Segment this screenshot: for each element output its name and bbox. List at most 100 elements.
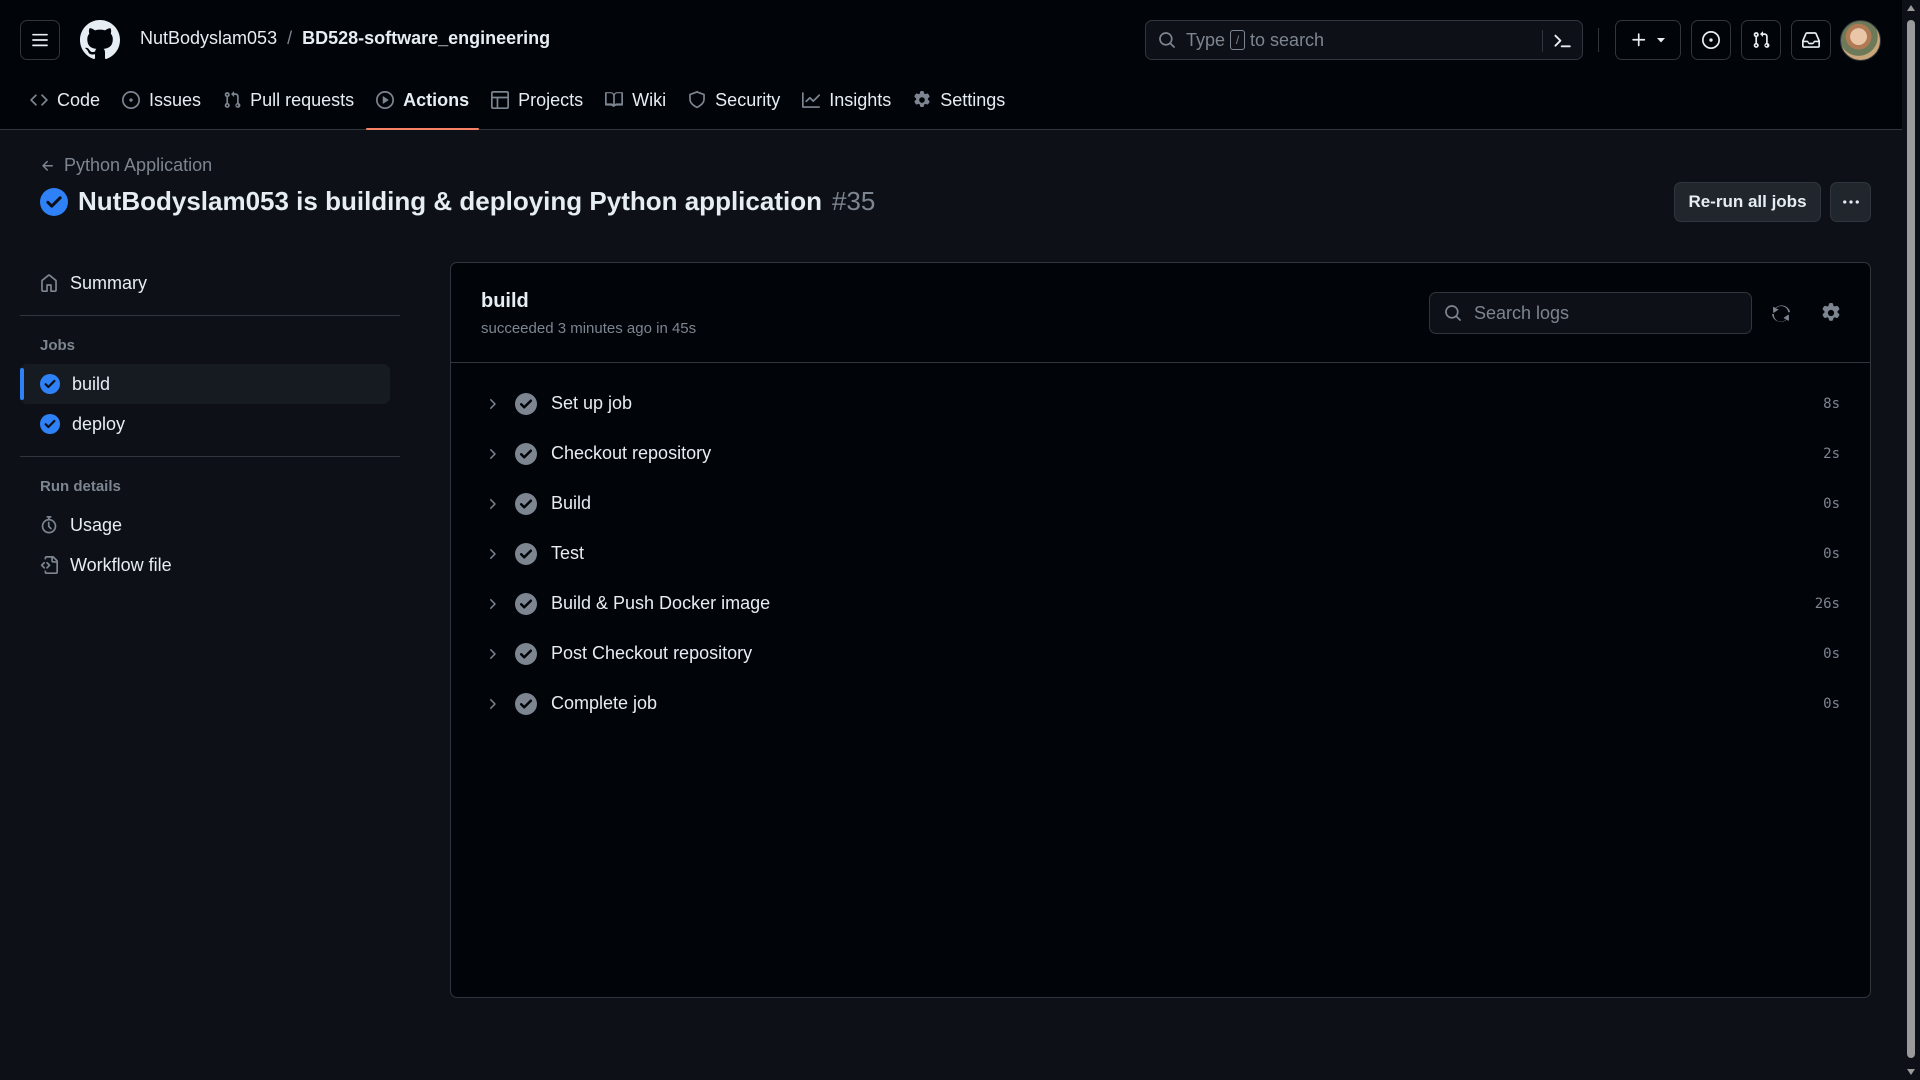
tab-projects[interactable]: Projects	[481, 80, 593, 120]
run-number: #35	[831, 186, 876, 216]
menu-button[interactable]	[20, 20, 60, 60]
step-label: Build	[551, 493, 592, 513]
sidebar-item-job-build[interactable]: build	[20, 364, 390, 404]
gear-icon	[1821, 303, 1841, 323]
search-icon	[1158, 31, 1176, 49]
job-step[interactable]: Complete job 0s	[451, 679, 1870, 729]
pull-requests-button[interactable]	[1741, 20, 1781, 60]
tab-settings[interactable]: Settings	[903, 80, 1015, 120]
step-success-icon	[515, 693, 537, 715]
chevron-right-icon[interactable]	[484, 596, 500, 612]
chevron-right-icon[interactable]	[484, 496, 500, 512]
jobs-heading: Jobs	[40, 336, 76, 354]
chevron-right-icon[interactable]	[484, 646, 500, 662]
home-icon	[40, 274, 58, 292]
job-steps-list: Set up job 8s Checkout repository 2s Bui…	[451, 363, 1870, 729]
user-avatar[interactable]	[1840, 20, 1881, 61]
run-success-icon	[40, 187, 68, 216]
github-logo-icon[interactable]	[80, 20, 120, 60]
scroll-down-arrow-icon[interactable]	[1906, 1068, 1916, 1076]
sidebar-item-label: Workflow file	[70, 554, 172, 575]
job-success-icon	[40, 414, 60, 434]
step-label: Post Checkout repository	[551, 643, 753, 663]
issue-opened-icon	[1702, 31, 1720, 49]
tab-pull-requests[interactable]: Pull requests	[213, 80, 364, 120]
inbox-icon	[1802, 31, 1820, 49]
job-step[interactable]: Checkout repository 2s	[451, 429, 1870, 479]
job-header: build succeeded 3 minutes ago in 45s Sea…	[451, 263, 1870, 363]
page-title: NutBodyslam053 is building & deploying P…	[78, 186, 822, 216]
scroll-up-arrow-icon[interactable]	[1906, 4, 1916, 12]
inbox-button[interactable]	[1791, 20, 1831, 60]
book-icon	[605, 91, 624, 109]
repo-owner-link[interactable]: NutBodyslam053	[140, 28, 277, 49]
tab-wiki[interactable]: Wiki	[595, 80, 676, 120]
job-status-meta: succeeded 3 minutes ago in 45s	[481, 320, 697, 337]
tab-insights[interactable]: Insights	[792, 80, 901, 120]
sidebar-item-usage[interactable]: Usage	[20, 505, 390, 545]
repo-name-link[interactable]: BD528-software_engineering	[302, 28, 550, 49]
tab-label: Settings	[940, 89, 1006, 110]
job-log-panel: build succeeded 3 minutes ago in 45s Sea…	[450, 262, 1871, 998]
file-code-icon	[40, 556, 58, 574]
stopwatch-icon	[40, 516, 58, 534]
tab-code[interactable]: Code	[20, 80, 110, 120]
tab-label: Wiki	[632, 89, 667, 110]
step-label: Test	[551, 543, 585, 563]
scrollbar-thumb[interactable]	[1907, 20, 1915, 1058]
step-success-icon	[515, 393, 537, 415]
step-success-icon	[515, 643, 537, 665]
chevron-right-icon[interactable]	[484, 546, 500, 562]
sync-icon	[1771, 303, 1791, 323]
refresh-button[interactable]	[1768, 300, 1794, 326]
log-settings-button[interactable]	[1818, 300, 1844, 326]
job-step[interactable]: Test 0s	[451, 529, 1870, 579]
create-new-button[interactable]	[1615, 20, 1681, 60]
search-prefix: Type	[1186, 29, 1226, 50]
tab-label: Insights	[829, 89, 892, 110]
sidebar-item-workflow-file[interactable]: Workflow file	[20, 545, 390, 585]
tab-security[interactable]: Security	[678, 80, 790, 120]
job-name: build	[481, 290, 529, 312]
step-duration: 2s	[1823, 446, 1840, 462]
job-step[interactable]: Build & Push Docker image 26s	[451, 579, 1870, 629]
step-duration: 0s	[1823, 646, 1840, 662]
table-icon	[491, 91, 510, 109]
tab-label: Issues	[149, 89, 202, 110]
sidebar-divider	[20, 456, 400, 457]
issues-button[interactable]	[1691, 20, 1731, 60]
step-label: Complete job	[551, 693, 658, 713]
step-duration: 0s	[1823, 546, 1840, 562]
search-icon	[1444, 304, 1462, 322]
chevron-right-icon[interactable]	[484, 696, 500, 712]
command-palette-icon[interactable]	[1552, 31, 1572, 51]
chevron-right-icon[interactable]	[484, 396, 500, 412]
graph-icon	[802, 91, 821, 109]
more-options-button[interactable]	[1830, 182, 1871, 222]
job-step[interactable]: Build 0s	[451, 479, 1870, 529]
search-logs-input[interactable]: Search logs	[1429, 292, 1752, 334]
search-logs-placeholder: Search logs	[1474, 302, 1570, 323]
step-success-icon	[515, 593, 537, 615]
chevron-right-icon[interactable]	[484, 446, 500, 462]
pull-request-icon	[223, 91, 241, 109]
job-step[interactable]: Set up job 8s	[451, 379, 1870, 429]
back-to-workflow-link[interactable]: Python Application	[40, 155, 212, 176]
sidebar-item-summary[interactable]: Summary	[20, 263, 390, 303]
play-icon	[376, 91, 395, 109]
job-step[interactable]: Post Checkout repository 0s	[451, 629, 1870, 679]
sidebar-item-job-deploy[interactable]: deploy	[20, 404, 390, 444]
issue-icon	[122, 91, 141, 109]
search-suffix: to search	[1250, 29, 1325, 50]
rerun-all-jobs-button[interactable]: Re-run all jobs	[1674, 182, 1821, 222]
global-search-input[interactable]: Type / to search	[1145, 20, 1583, 60]
run-sidebar: Summary Jobs build deploy Run details Us…	[20, 263, 400, 585]
kebab-horizontal-icon	[1841, 192, 1861, 212]
triangle-down-icon	[1656, 35, 1666, 45]
repo-header: NutBodyslam053 / BD528-software_engineer…	[0, 0, 1902, 130]
tab-label: Pull requests	[250, 89, 355, 110]
page-scrollbar[interactable]	[1902, 0, 1920, 1080]
tab-issues[interactable]: Issues	[112, 80, 211, 120]
step-label: Checkout repository	[551, 443, 712, 463]
tab-actions[interactable]: Actions	[366, 80, 480, 130]
